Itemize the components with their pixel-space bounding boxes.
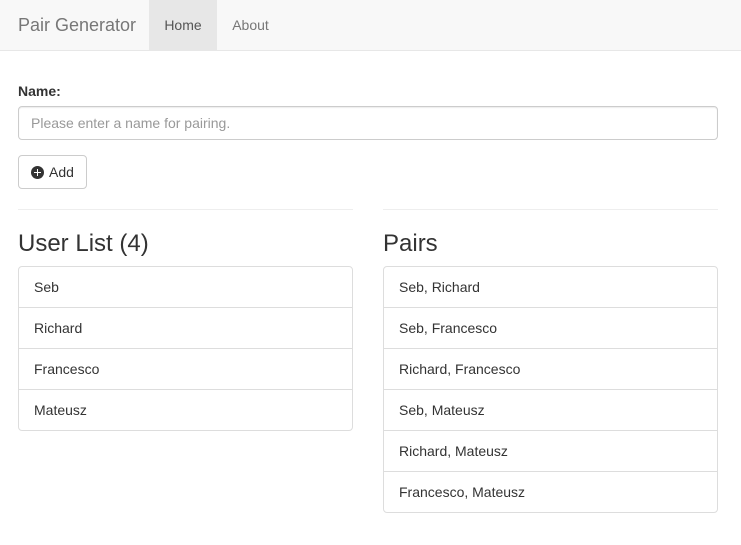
user-list-item[interactable]: Mateusz: [19, 390, 352, 430]
pair-item: Francesco, Mateusz: [399, 484, 526, 500]
pair-item: Seb, Francesco: [384, 308, 717, 349]
user-list-heading: User List (4): [18, 230, 149, 257]
divider-left: [18, 209, 353, 210]
pair-item: Seb, Mateusz: [384, 390, 717, 431]
nav-home[interactable]: Home: [149, 0, 217, 50]
user-list-item[interactable]: Richard: [19, 308, 352, 349]
pair-item: Richard, Francesco: [384, 349, 717, 390]
divider-right: [383, 209, 718, 210]
name-label: Name:: [18, 83, 61, 99]
add-button-label: Add: [49, 164, 74, 180]
user-list: Seb Richard Francesco Mateusz: [18, 266, 353, 431]
nav-about[interactable]: About: [217, 0, 284, 50]
user-list-item[interactable]: Seb: [19, 267, 352, 308]
pairs-heading: Pairs: [383, 230, 438, 257]
user-list-item[interactable]: Francesco: [19, 349, 352, 390]
brand-link[interactable]: Pair Generator: [18, 14, 136, 36]
pair-item: Richard, Mateusz: [384, 431, 717, 472]
name-input[interactable]: [18, 106, 718, 140]
plus-circle-icon: [31, 165, 45, 179]
pairs-list: Seb, Richard Seb, Francesco Richard, Fra…: [383, 266, 718, 513]
pair-item: Seb, Richard: [384, 267, 717, 308]
add-button[interactable]: Add: [18, 155, 87, 189]
navbar: Pair Generator Home About: [0, 0, 741, 51]
